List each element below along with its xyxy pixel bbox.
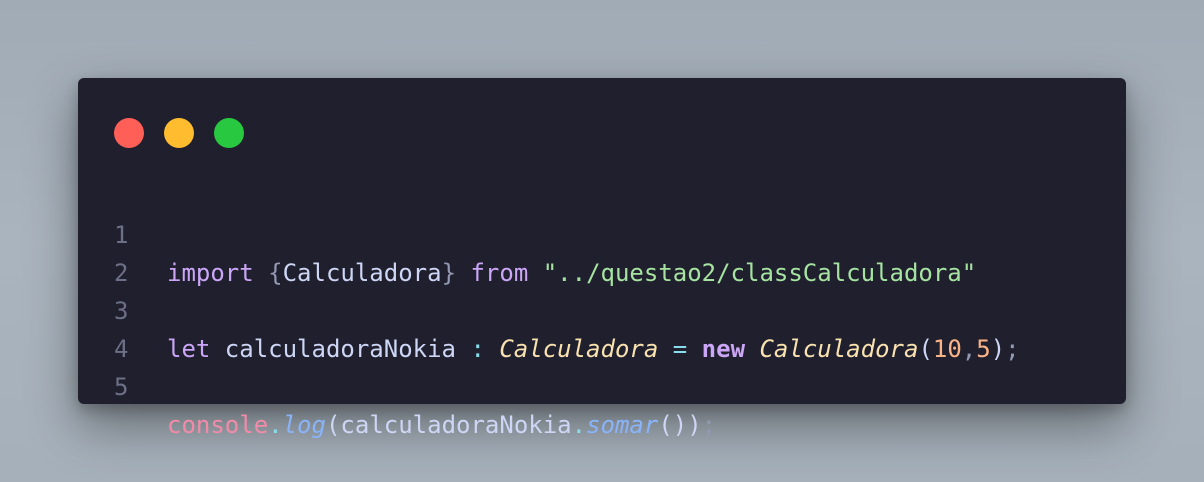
object-token: console [167, 411, 269, 439]
minimize-dot-icon[interactable] [164, 118, 194, 148]
close-dot-icon[interactable] [114, 118, 144, 148]
paren-token: ) [687, 411, 702, 439]
code-block: 1 import {Calculadora} from "../questao2… [78, 178, 1126, 439]
code-line: 5 console.log(calculadoraNokia.somar()); [78, 330, 1126, 439]
method-token: somar [586, 411, 659, 439]
code-line: 1 import {Calculadora} from "../questao2… [78, 178, 1126, 287]
code-line: 3 let calculadoraNokia : Calculadora = n… [78, 254, 1126, 363]
line-number: 5 [114, 373, 129, 401]
code-line: 2 [78, 216, 1126, 287]
paren-token: ( [325, 411, 341, 439]
identifier-token: calculadoraNokia [340, 411, 572, 439]
maximize-dot-icon[interactable] [214, 118, 244, 148]
method-token: log [282, 411, 326, 439]
line-source: console.log(calculadoraNokia.somar()); [167, 406, 716, 444]
code-window: 1 import {Calculadora} from "../questao2… [78, 78, 1126, 439]
paren-token: () [658, 411, 688, 439]
dot-token: . [571, 411, 587, 439]
semicolon-token: ; [701, 411, 717, 439]
code-line: 4 [78, 292, 1126, 363]
dot-token: . [268, 411, 283, 439]
